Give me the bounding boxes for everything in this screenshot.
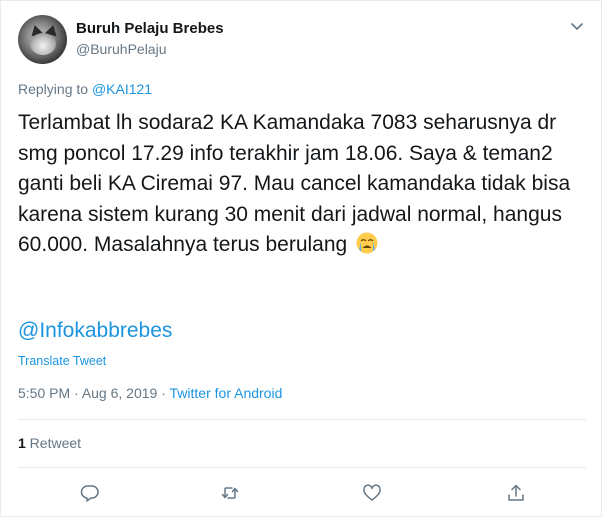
tweet-time[interactable]: 5:50 PM xyxy=(18,385,70,401)
retweet-stats[interactable]: 1 Retweet xyxy=(18,435,81,451)
replying-to-mention[interactable]: @KAI121 xyxy=(92,81,152,97)
mention-link[interactable]: @Infokabbrebes xyxy=(18,319,172,343)
loudly-crying-face-emoji-icon xyxy=(355,231,379,255)
avatar-face xyxy=(30,33,56,55)
author-display-name[interactable]: Buruh Pelaju Brebes xyxy=(76,20,224,37)
retweet-count: 1 xyxy=(18,435,26,451)
tweet-meta: 5:50 PM · Aug 6, 2019 · Twitter for Andr… xyxy=(18,385,282,401)
share-icon[interactable] xyxy=(506,483,526,503)
tweet-body: Terlambat lh sodara2 KA Kamandaka 7083 s… xyxy=(18,108,588,261)
tweet-card: Buruh Pelaju Brebes @BuruhPelaju Replyin… xyxy=(0,0,602,517)
author-handle[interactable]: @BuruhPelaju xyxy=(76,41,167,57)
divider xyxy=(18,467,586,468)
tweet-date[interactable]: Aug 6, 2019 xyxy=(82,385,158,401)
reply-icon[interactable] xyxy=(80,483,100,503)
replying-to-label: Replying to xyxy=(18,81,92,97)
heart-icon[interactable] xyxy=(362,483,382,503)
meta-separator: · xyxy=(70,385,82,401)
retweet-icon[interactable] xyxy=(220,483,240,503)
retweet-label: Retweet xyxy=(25,435,82,451)
translate-tweet-link[interactable]: Translate Tweet xyxy=(18,354,106,368)
tweet-source[interactable]: Twitter for Android xyxy=(170,385,283,401)
chevron-down-icon[interactable] xyxy=(570,19,584,33)
avatar[interactable] xyxy=(18,15,67,64)
tweet-text: Terlambat lh sodara2 KA Kamandaka 7083 s… xyxy=(18,111,571,256)
divider xyxy=(18,419,586,420)
meta-separator: · xyxy=(157,385,170,401)
replying-to: Replying to @KAI121 xyxy=(18,81,152,97)
